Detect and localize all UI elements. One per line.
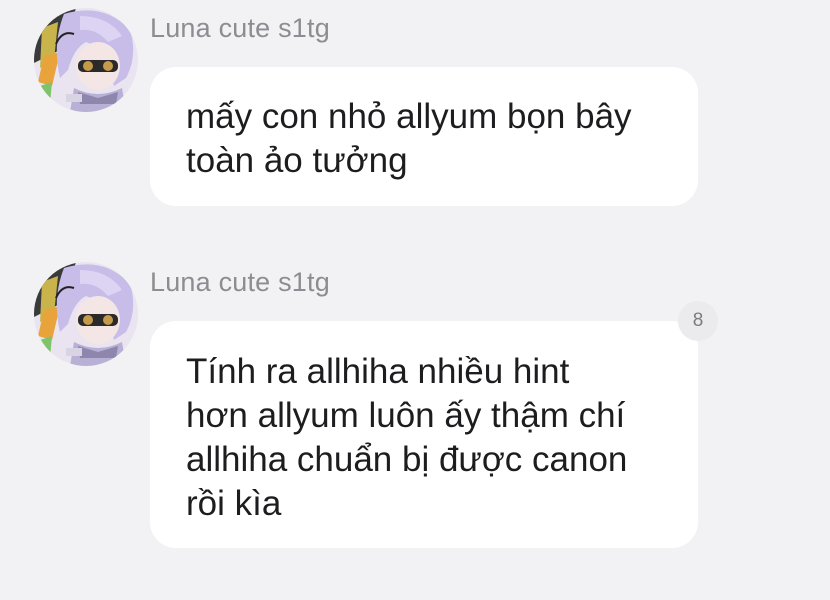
- sender-avatar[interactable]: [34, 262, 138, 366]
- sender-name[interactable]: Luna cute s1tg: [150, 13, 330, 44]
- sender-avatar[interactable]: [34, 8, 138, 112]
- message-bubble[interactable]: mấy con nhỏ allyum bọn bây toàn ảo tưởng: [150, 67, 698, 206]
- user-avatar-anime-icon: [34, 262, 138, 366]
- message-text: Tính ra allhiha nhiều hint hơn allyum lu…: [186, 352, 628, 523]
- message-text: mấy con nhỏ allyum bọn bây toàn ảo tưởng: [186, 97, 632, 180]
- message-bubble[interactable]: Tính ra allhiha nhiều hint hơn allyum lu…: [150, 321, 698, 548]
- sender-name[interactable]: Luna cute s1tg: [150, 267, 330, 298]
- user-avatar-anime-icon: [34, 8, 138, 112]
- reaction-count-badge[interactable]: 8: [678, 301, 718, 341]
